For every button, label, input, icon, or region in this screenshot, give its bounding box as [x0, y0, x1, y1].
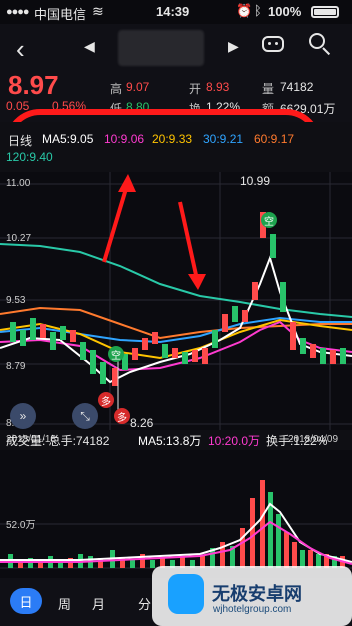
quote-panel: 8.97 0.05 0.56% 高 9.07 开 8.93 量 74182 低 …: [0, 70, 352, 182]
volume-ma5: MA5:13.8万: [138, 434, 202, 448]
kline-chart[interactable]: 11.00 10.27 9.53 8.79 8.06 10.99 8.26 空 …: [0, 172, 352, 430]
volume-chart[interactable]: 52.0万: [0, 450, 352, 578]
volume-header: 成交量: 总手:74182 MA5:13.8万 10:20.0万 换手:1.22…: [0, 428, 352, 450]
ma10-value: 10:9.06: [104, 132, 145, 146]
signal-icon: ●●●●: [6, 6, 30, 18]
volume-ma10: 10:20.0万: [208, 434, 261, 448]
search-icon[interactable]: [309, 33, 331, 56]
ma20-value: 20:9.33: [152, 132, 193, 146]
status-bar: ●●●● 中国电信 ≋ 14:39 ⏰ ᛒ 100%: [0, 0, 352, 24]
tab-minute[interactable]: 分: [138, 594, 151, 613]
watermark-title: 无极安卓网: [212, 584, 302, 604]
volume-label: 量: [262, 82, 275, 96]
watermark-url: wjhotelgroup.com: [213, 604, 292, 615]
tab-day[interactable]: 日: [10, 588, 42, 614]
ma5-value: MA5:9.05: [42, 132, 94, 146]
bluetooth-icon: ᛒ: [254, 3, 262, 18]
volume-title: 成交量: 总手:74182: [6, 434, 110, 448]
annotation-arrows: [102, 174, 206, 290]
stock-name-redacted: [118, 30, 204, 66]
battery-icon: [311, 6, 339, 18]
kline-type[interactable]: 日线: [8, 132, 32, 149]
tab-month[interactable]: 月: [92, 594, 105, 613]
ma60-value: 60:9.17: [254, 132, 295, 146]
clock: 14:39: [156, 4, 190, 19]
open-label: 开: [189, 82, 202, 96]
ma-legend: 日线 MA5:9.05 10:9.06 20:9.33 30:9.21 60:9…: [0, 122, 352, 172]
top-nav: ‹ ◀ ▶: [0, 24, 352, 70]
open-value: 8.93: [206, 80, 230, 94]
volume-value: 74182: [280, 80, 314, 94]
tab-week[interactable]: 周: [58, 594, 71, 613]
last-price: 8.97: [8, 70, 59, 100]
prev-stock-button[interactable]: ◀: [84, 38, 95, 55]
alarm-icon: ⏰: [236, 3, 253, 18]
carrier-label: 中国电信: [34, 7, 87, 22]
ma120-value: 120:9.40: [6, 150, 53, 164]
high-label: 高: [110, 82, 123, 96]
high-value: 9.07: [126, 80, 150, 94]
volume-turnover: 换手:1.22%: [266, 434, 328, 448]
wifi-icon: ≋: [92, 3, 104, 19]
robot-icon[interactable]: [262, 36, 284, 52]
volume-svg: [0, 480, 352, 569]
watermark-logo-icon: [168, 574, 204, 614]
back-icon[interactable]: ‹: [16, 34, 25, 65]
ma30-value: 30:9.21: [203, 132, 244, 146]
next-stock-button[interactable]: ▶: [228, 38, 239, 55]
battery-percent: 100%: [268, 4, 302, 19]
volume-y-label: 52.0万: [6, 520, 36, 531]
